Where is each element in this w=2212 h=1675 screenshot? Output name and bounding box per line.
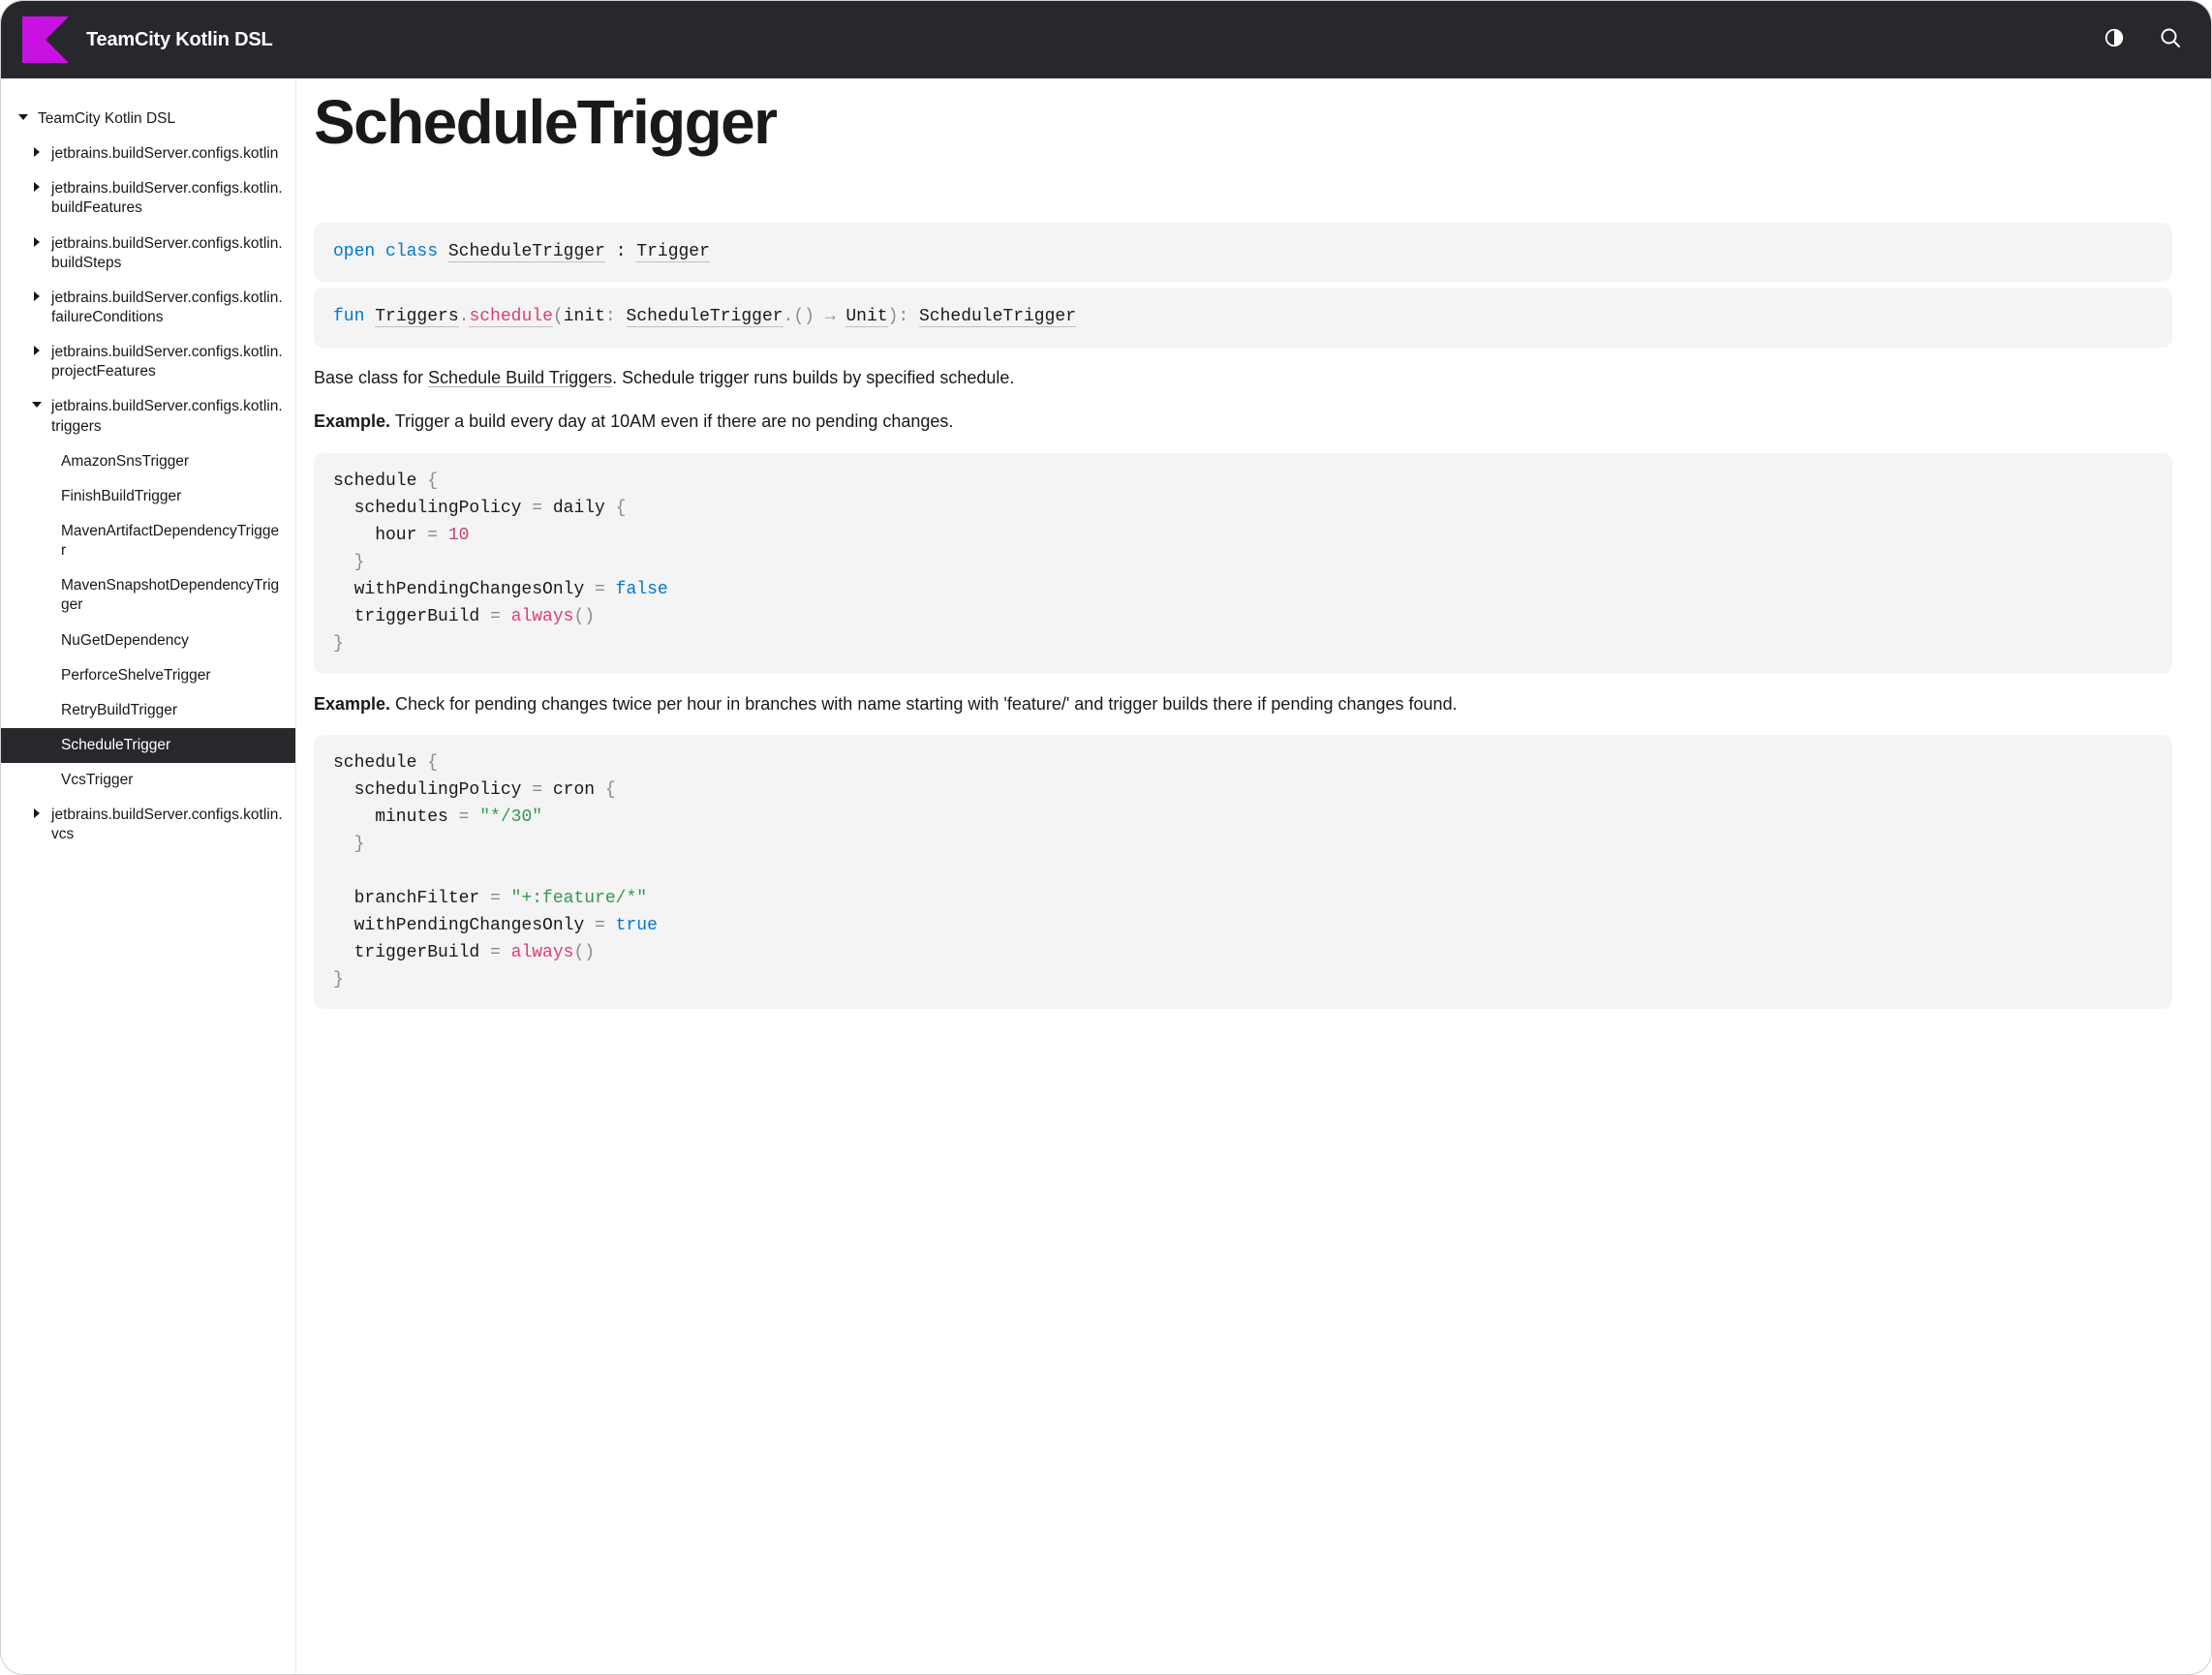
sidebar-item-label: TeamCity Kotlin DSL xyxy=(38,109,175,129)
sidebar-class[interactable]: MavenArtifactDependencyTrigger xyxy=(1,514,295,568)
sidebar-item-label: jetbrains.buildServer.configs.kotlin.tri… xyxy=(51,397,284,436)
sidebar-package[interactable]: jetbrains.buildServer.configs.kotlin.bui… xyxy=(1,227,295,281)
sidebar-class[interactable]: ScheduleTrigger xyxy=(1,728,295,763)
code-example-2: schedule { schedulingPolicy = cron { min… xyxy=(314,735,2172,1009)
code-example-1: schedule { schedulingPolicy = daily { ho… xyxy=(314,453,2172,673)
chevron-right-icon xyxy=(30,808,44,818)
page-title: ScheduleTrigger xyxy=(314,90,2172,155)
logo[interactable]: TeamCity Kotlin DSL xyxy=(22,16,273,63)
sidebar-package[interactable]: jetbrains.buildServer.configs.kotlin xyxy=(1,137,295,171)
sidebar-package[interactable]: jetbrains.buildServer.configs.kotlin.fai… xyxy=(1,281,295,335)
contrast-icon xyxy=(2104,27,2125,53)
sidebar-package-triggers[interactable]: jetbrains.buildServer.configs.kotlin.tri… xyxy=(1,389,295,443)
sidebar-item-label: MavenSnapshotDependencyTrigger xyxy=(61,576,284,615)
sidebar-item-label: PerforceShelveTrigger xyxy=(61,666,211,685)
sidebar-item-label: ScheduleTrigger xyxy=(61,736,170,755)
sidebar-item-label: NuGetDependency xyxy=(61,631,189,651)
chevron-right-icon xyxy=(30,182,44,192)
type-link[interactable]: ScheduleTrigger xyxy=(627,307,783,327)
type-link[interactable]: Triggers xyxy=(375,307,458,327)
sidebar-item-label: jetbrains.buildServer.configs.kotlin.bui… xyxy=(51,179,284,218)
sidebar-item-label: jetbrains.buildServer.configs.kotlin.fai… xyxy=(51,289,284,327)
signature-class: open class ScheduleTrigger : Trigger xyxy=(314,223,2172,282)
sidebar-package[interactable]: jetbrains.buildServer.configs.kotlin.pro… xyxy=(1,335,295,389)
sidebar-package[interactable]: jetbrains.buildServer.configs.kotlin.bui… xyxy=(1,171,295,226)
sidebar-item-label: jetbrains.buildServer.configs.kotlin.vcs xyxy=(51,806,284,844)
sidebar-root[interactable]: TeamCity Kotlin DSL xyxy=(1,102,295,137)
sidebar-class[interactable]: FinishBuildTrigger xyxy=(1,479,295,514)
signature-fun: fun Triggers.schedule(init: ScheduleTrig… xyxy=(314,288,2172,347)
type-link[interactable]: Trigger xyxy=(636,242,710,262)
chevron-right-icon xyxy=(30,237,44,247)
doc-link[interactable]: Schedule Build Triggers xyxy=(428,368,612,387)
sidebar-item-label: jetbrains.buildServer.configs.kotlin.bui… xyxy=(51,234,284,273)
sidebar-item-label: AmazonSnsTrigger xyxy=(61,452,189,472)
chevron-right-icon xyxy=(30,291,44,301)
example-2-heading: Example. Check for pending changes twice… xyxy=(314,691,2172,718)
chevron-right-icon xyxy=(30,147,44,157)
theme-toggle-button[interactable] xyxy=(2095,20,2134,59)
chevron-down-icon xyxy=(30,400,44,410)
type-link[interactable]: ScheduleTrigger xyxy=(448,242,605,262)
description: Base class for Schedule Build Triggers. … xyxy=(314,365,2172,392)
sidebar-class[interactable]: MavenSnapshotDependencyTrigger xyxy=(1,568,295,623)
sidebar-item-label: VcsTrigger xyxy=(61,771,133,790)
type-link[interactable]: Unit xyxy=(845,307,887,327)
sidebar-class[interactable]: PerforceShelveTrigger xyxy=(1,658,295,693)
type-link[interactable]: ScheduleTrigger xyxy=(919,307,1076,327)
sidebar-class[interactable]: RetryBuildTrigger xyxy=(1,693,295,728)
main-content: ScheduleTrigger open class ScheduleTrigg… xyxy=(296,78,2211,1674)
sidebar-package-vcs[interactable]: jetbrains.buildServer.configs.kotlin.vcs xyxy=(1,798,295,852)
chevron-down-icon xyxy=(16,112,30,122)
app-header: TeamCity Kotlin DSL xyxy=(1,1,2211,78)
sidebar-item-label: FinishBuildTrigger xyxy=(61,487,181,506)
search-button[interactable] xyxy=(2151,20,2190,59)
sidebar: TeamCity Kotlin DSL jetbrains.buildServe… xyxy=(1,78,296,1674)
function-link[interactable]: schedule xyxy=(469,307,552,327)
sidebar-item-label: RetryBuildTrigger xyxy=(61,701,177,720)
search-icon xyxy=(2159,26,2182,54)
product-title: TeamCity Kotlin DSL xyxy=(86,29,273,51)
kotlin-icon xyxy=(22,16,69,63)
sidebar-item-label: jetbrains.buildServer.configs.kotlin.pro… xyxy=(51,343,284,381)
example-1-heading: Example. Trigger a build every day at 10… xyxy=(314,409,2172,436)
sidebar-class[interactable]: AmazonSnsTrigger xyxy=(1,444,295,479)
sidebar-item-label: jetbrains.buildServer.configs.kotlin xyxy=(51,144,278,164)
sidebar-class[interactable]: NuGetDependency xyxy=(1,624,295,658)
sidebar-item-label: MavenArtifactDependencyTrigger xyxy=(61,522,284,561)
chevron-right-icon xyxy=(30,346,44,355)
sidebar-class[interactable]: VcsTrigger xyxy=(1,763,295,798)
